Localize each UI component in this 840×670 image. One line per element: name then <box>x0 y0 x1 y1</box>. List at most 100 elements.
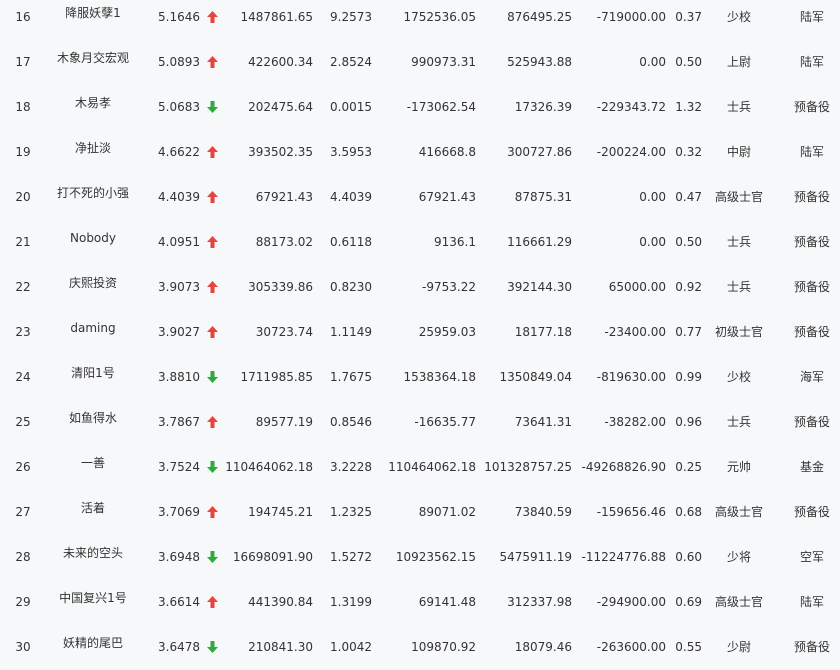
return-value: 5.1646 <box>158 10 200 24</box>
account-name[interactable]: 打不死的小强 <box>50 175 136 220</box>
return-value: 5.0893 <box>158 55 200 69</box>
table-row: 16 降服妖孽1 5.1646 1487861.65 9.2573 1752536.05 8… <box>0 0 840 40</box>
profit-value: 9136.1 <box>434 235 476 249</box>
account-name[interactable]: 未来的空头 <box>50 535 136 580</box>
military-rank: 高级士官 <box>714 505 763 519</box>
return-value: 4.0951 <box>158 235 200 249</box>
arrow-up-icon <box>203 310 221 355</box>
arrow-down-icon <box>203 535 221 580</box>
account-name[interactable]: 中国复兴1号 <box>50 580 136 625</box>
net-value: 0.0015 <box>330 100 372 114</box>
profit-value: 25959.03 <box>418 325 476 339</box>
arrow-up-icon <box>203 265 221 310</box>
net-value: 0.6118 <box>330 235 372 249</box>
arrow-down-icon <box>203 355 221 400</box>
return-value: 3.7867 <box>158 415 200 429</box>
cash-change-value: -49268826.90 <box>581 460 667 474</box>
account-name[interactable]: 活着 <box>50 490 136 535</box>
army-branch: 预备役 <box>793 100 830 114</box>
rank-cell: 30 <box>15 640 31 654</box>
return-value: 5.0683 <box>158 100 200 114</box>
army-branch: 陆军 <box>799 55 824 69</box>
market-value: 876495.25 <box>507 10 572 24</box>
arrow-down-icon <box>203 625 221 670</box>
return-value: 3.9073 <box>158 280 200 294</box>
ratio-value: 0.69 <box>675 595 702 609</box>
return-value: 3.7524 <box>158 460 200 474</box>
arrow-up-icon <box>203 40 221 85</box>
total-assets-value: 422600.34 <box>248 55 313 69</box>
military-rank: 士兵 <box>726 100 751 114</box>
profit-value: -9753.22 <box>422 280 476 294</box>
net-value: 0.8546 <box>330 415 372 429</box>
cash-change-value: -159656.46 <box>596 505 666 519</box>
market-value: 17326.39 <box>514 100 572 114</box>
cash-change-value: -23400.00 <box>604 325 666 339</box>
rank-cell: 19 <box>15 145 31 159</box>
rank-cell: 21 <box>15 235 31 249</box>
table-row: 26 一善 3.7524 110464062.18 3.2228 110464062.18… <box>0 445 840 490</box>
profit-value: 1752536.05 <box>403 10 476 24</box>
account-name[interactable]: 木象月交宏观 <box>50 40 136 85</box>
market-value: 312337.98 <box>507 595 572 609</box>
table-row: 17 木象月交宏观 5.0893 422600.34 2.8524 990973.31 52… <box>0 40 840 85</box>
account-name[interactable]: 妖精的尾巴 <box>50 625 136 670</box>
cash-change-value: -719000.00 <box>596 10 666 24</box>
profit-value: 89071.02 <box>418 505 476 519</box>
account-name[interactable]: 净扯淡 <box>50 130 136 175</box>
army-branch: 预备役 <box>793 235 830 249</box>
table-row: 21 Nobody 4.0951 88173.02 0.6118 9136.1 116661… <box>0 220 840 265</box>
ratio-value: 0.37 <box>675 10 702 24</box>
net-value: 1.2325 <box>330 505 372 519</box>
profit-value: 67921.43 <box>418 190 476 204</box>
return-value: 3.6478 <box>158 640 200 654</box>
net-value: 4.4039 <box>330 190 372 204</box>
profit-value: 416668.8 <box>418 145 476 159</box>
ranking-table: 16 降服妖孽1 5.1646 1487861.65 9.2573 1752536.05 8… <box>0 0 840 670</box>
market-value: 1350849.04 <box>499 370 572 384</box>
total-assets-value: 393502.35 <box>248 145 313 159</box>
return-value: 3.7069 <box>158 505 200 519</box>
account-name[interactable]: 木易孝 <box>50 85 136 130</box>
cash-change-value: -229343.72 <box>596 100 666 114</box>
return-value: 4.6622 <box>158 145 200 159</box>
net-value: 1.5272 <box>330 550 372 564</box>
net-value: 1.0042 <box>330 640 372 654</box>
army-branch: 预备役 <box>793 190 830 204</box>
account-name[interactable]: 一善 <box>50 445 136 490</box>
account-name[interactable]: 如鱼得水 <box>50 400 136 445</box>
account-name[interactable]: Nobody <box>50 220 136 265</box>
return-value: 3.9027 <box>158 325 200 339</box>
rank-cell: 22 <box>15 280 31 294</box>
market-value: 18177.18 <box>514 325 572 339</box>
military-rank: 元帅 <box>726 460 751 474</box>
rank-cell: 23 <box>15 325 31 339</box>
army-branch: 陆军 <box>799 10 824 24</box>
account-name[interactable]: 清阳1号 <box>50 355 136 400</box>
account-name[interactable]: daming <box>50 310 136 355</box>
total-assets-value: 210841.30 <box>248 640 313 654</box>
profit-value: 69141.48 <box>418 595 476 609</box>
return-value: 3.6948 <box>158 550 200 564</box>
market-value: 73840.59 <box>514 505 572 519</box>
military-rank: 高级士官 <box>714 595 763 609</box>
account-name[interactable]: 庆熙投资 <box>50 265 136 310</box>
account-name[interactable]: 降服妖孽1 <box>50 0 136 40</box>
profit-value: 990973.31 <box>411 55 476 69</box>
total-assets-value: 441390.84 <box>248 595 313 609</box>
army-branch: 陆军 <box>799 145 824 159</box>
market-value: 87875.31 <box>514 190 572 204</box>
ratio-value: 0.96 <box>675 415 702 429</box>
net-value: 2.8524 <box>330 55 372 69</box>
cash-change-value: -294900.00 <box>596 595 666 609</box>
cash-change-value: 0.00 <box>639 55 666 69</box>
ratio-value: 0.32 <box>675 145 702 159</box>
market-value: 392144.30 <box>507 280 572 294</box>
total-assets-value: 89577.19 <box>255 415 313 429</box>
table-row: 23 daming 3.9027 30723.74 1.1149 25959.03 1817… <box>0 310 840 355</box>
rank-cell: 28 <box>15 550 31 564</box>
table-row: 30 妖精的尾巴 3.6478 210841.30 1.0042 109870.92 180… <box>0 625 840 670</box>
army-branch: 预备役 <box>793 640 830 654</box>
arrow-up-icon <box>203 220 221 265</box>
arrow-down-icon <box>203 445 221 490</box>
